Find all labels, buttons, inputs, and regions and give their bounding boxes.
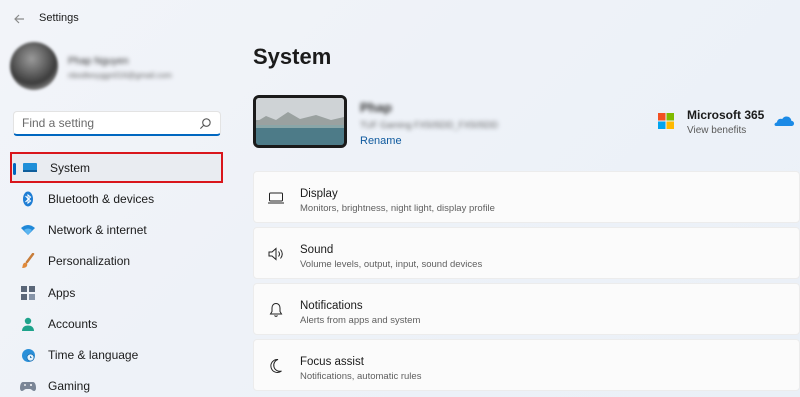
card-title: Notifications (300, 300, 363, 312)
sidebar-item-network[interactable]: Network & internet (10, 214, 223, 245)
speaker-icon (267, 245, 285, 263)
card-notifications[interactable]: Notifications Alerts from apps and syste… (253, 283, 800, 335)
avatar[interactable] (10, 42, 58, 90)
device-name: Phap (360, 100, 392, 115)
wifi-icon (20, 222, 36, 238)
sidebar-item-label: Apps (48, 285, 76, 300)
user-name: Phap Nguyen (68, 56, 129, 67)
user-email: nbodtesyggn016@gmail.com (68, 71, 172, 80)
onedrive-cloud-icon[interactable] (774, 115, 794, 127)
card-description: Monitors, brightness, night light, displ… (300, 203, 495, 214)
settings-card-list: Display Monitors, brightness, night ligh… (253, 171, 800, 395)
brush-icon (20, 253, 36, 269)
sidebar-item-label: Gaming (48, 379, 91, 394)
card-title: Focus assist (300, 356, 364, 368)
microsoft365-title[interactable]: Microsoft 365 (687, 108, 764, 122)
sidebar-item-label: System (50, 160, 91, 175)
sidebar-item-bluetooth[interactable]: Bluetooth & devices (10, 183, 223, 214)
back-arrow-icon (14, 14, 24, 24)
card-display[interactable]: Display Monitors, brightness, night ligh… (253, 171, 800, 223)
bluetooth-icon (20, 191, 36, 207)
card-description: Alerts from apps and system (300, 315, 421, 326)
sidebar-item-apps[interactable]: Apps (10, 277, 223, 308)
bell-icon (267, 301, 285, 319)
sidebar-item-label: Time & language (48, 348, 139, 363)
moon-icon (267, 357, 285, 375)
sidebar-nav: System Bluetooth & devices Network & int… (10, 152, 223, 397)
display-icon (267, 189, 285, 207)
sidebar-item-label: Accounts (48, 316, 98, 331)
globe-clock-icon (20, 347, 36, 363)
card-title: Sound (300, 244, 334, 256)
sidebar-item-accounts[interactable]: Accounts (10, 308, 223, 339)
sidebar-item-gaming[interactable]: Gaming (10, 371, 223, 397)
app-title: Settings (39, 12, 79, 24)
device-model: TUF Gaming FX505DD_FX505DD (360, 120, 499, 130)
sidebar-item-time-language[interactable]: Time & language (10, 339, 223, 370)
device-wallpaper-thumbnail (253, 95, 347, 148)
gamepad-icon (20, 378, 36, 394)
monitor-icon (22, 160, 38, 176)
title-bar: Settings (0, 0, 800, 38)
microsoft-logo-icon (658, 113, 674, 129)
sidebar-item-label: Network & internet (48, 222, 147, 237)
page-title: System (253, 44, 332, 69)
sidebar-item-system[interactable]: System (10, 152, 223, 183)
back-button[interactable] (11, 11, 27, 27)
sidebar-item-personalization[interactable]: Personalization (10, 246, 223, 277)
card-sound[interactable]: Sound Volume levels, output, input, soun… (253, 227, 800, 279)
sidebar-item-label: Personalization (48, 254, 131, 269)
card-focus-assist[interactable]: Focus assist Notifications, automatic ru… (253, 339, 800, 391)
microsoft365-view-benefits-link[interactable]: View benefits (687, 125, 746, 136)
search-box[interactable] (13, 111, 221, 136)
rename-link[interactable]: Rename (360, 135, 402, 147)
card-description: Notifications, automatic rules (300, 371, 422, 382)
sidebar-item-label: Bluetooth & devices (48, 191, 155, 206)
search-icon[interactable] (199, 117, 212, 130)
apps-icon (20, 285, 36, 301)
card-title: Display (300, 188, 338, 200)
search-input[interactable] (22, 116, 192, 130)
card-description: Volume levels, output, input, sound devi… (300, 259, 483, 270)
person-icon (20, 316, 36, 332)
